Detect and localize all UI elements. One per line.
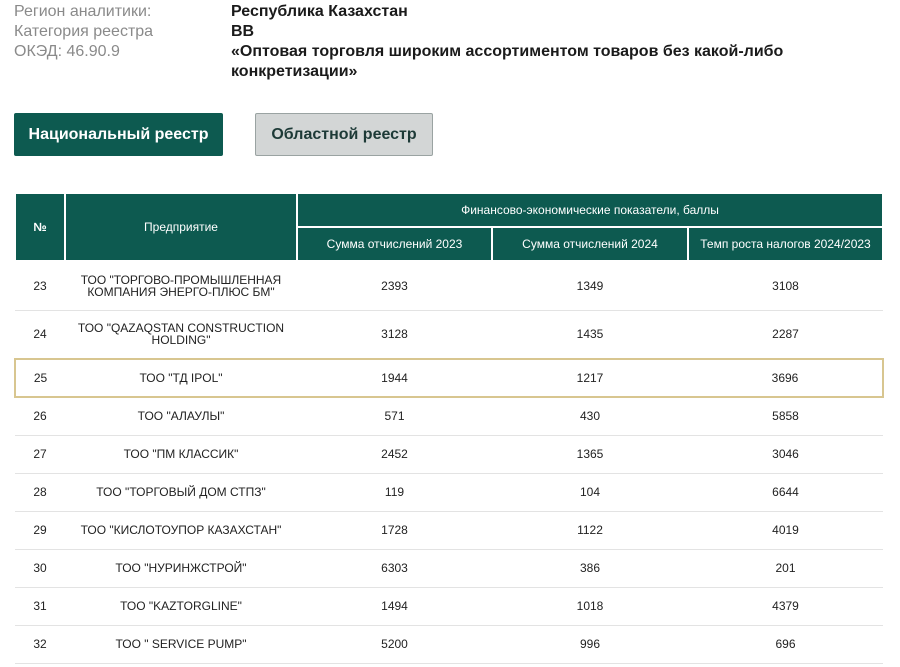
row-sum-2023: 2393 (297, 261, 492, 311)
row-growth: 4379 (688, 587, 884, 626)
row-num: 29 (15, 511, 65, 550)
row-sum-2024: 1217 (492, 358, 688, 398)
row-sum-2024: 1122 (492, 511, 688, 550)
region-value: Республика Казахстан (231, 3, 408, 20)
row-growth: 3108 (688, 261, 884, 311)
national-registry-button[interactable]: Национальный реестр (14, 113, 223, 156)
registry-table: № Предприятие Финансово-экономические по… (14, 192, 885, 664)
category-label: Категория реестра (14, 23, 154, 40)
row-enterprise: ТОО "ПМ КЛАССИК" (65, 435, 297, 474)
row-enterprise: ТОО "НУРИНЖСТРОЙ" (65, 549, 297, 588)
row-enterprise: ТОО "АЛАУЛЫ" (65, 397, 297, 436)
row-sum-2024: 1349 (492, 261, 688, 311)
meta-region-row: Регион аналитики: Республика Казахстан (14, 2, 894, 22)
row-sum-2024: 996 (492, 625, 688, 664)
region-label: Регион аналитики: (14, 3, 152, 20)
row-growth: 3696 (688, 358, 885, 398)
header-tax-growth[interactable]: Темп роста налогов 2024/2023 (686, 226, 885, 262)
header-sum-2023[interactable]: Сумма отчислений 2023 (296, 226, 493, 262)
row-num: 24 (15, 310, 65, 360)
row-enterprise: ТОО "QAZAQSTAN CONSTRUCTION HOLDING" (65, 310, 297, 360)
table-row-selected[interactable]: 25 ТОО "ТД IPOL" 1944 1217 3696 (14, 358, 885, 398)
table-row[interactable]: 23 ТОО "ТОРГОВО-ПРОМЫШЛЕННАЯ КОМПАНИЯ ЭН… (15, 261, 884, 311)
row-growth: 5858 (688, 397, 884, 436)
header-sum-2024[interactable]: Сумма отчислений 2024 (491, 226, 689, 262)
okved-value: «Оптовая торговля широким ассортиментом … (231, 43, 784, 80)
row-sum-2023: 1494 (297, 587, 492, 626)
row-growth: 696 (688, 625, 884, 664)
row-num: 31 (15, 587, 65, 626)
row-enterprise: ТОО "ТД IPOL" (65, 358, 297, 398)
table-row[interactable]: 27 ТОО "ПМ КЛАССИК" 2452 1365 3046 (15, 435, 884, 474)
row-num: 30 (15, 549, 65, 588)
row-growth: 6644 (688, 473, 884, 512)
row-sum-2023: 5200 (297, 625, 492, 664)
meta-category-row: Категория реестра BB (14, 22, 894, 42)
row-sum-2024: 1435 (492, 310, 688, 360)
table-row[interactable]: 29 ТОО "КИСЛОТОУПОР КАЗАХСТАН" 1728 1122… (15, 511, 884, 550)
row-sum-2023: 119 (297, 473, 492, 512)
table-row[interactable]: 30 ТОО "НУРИНЖСТРОЙ" 6303 386 201 (15, 549, 884, 588)
row-growth: 201 (688, 549, 884, 588)
category-value: BB (231, 23, 255, 40)
okved-label: ОКЭД: 46.90.9 (14, 43, 120, 60)
row-enterprise: ТОО " SERVICE PUMP" (65, 625, 297, 664)
row-sum-2024: 1018 (492, 587, 688, 626)
row-num: 25 (14, 358, 65, 398)
header-num: № (14, 192, 66, 262)
row-sum-2024: 1365 (492, 435, 688, 474)
table-row[interactable]: 28 ТОО "ТОРГОВЫЙ ДОМ СТПЗ" 119 104 6644 (15, 473, 884, 512)
header-enterprise: Предприятие (64, 192, 298, 262)
row-num: 23 (15, 261, 65, 311)
table-row[interactable]: 32 ТОО " SERVICE PUMP" 5200 996 696 (15, 625, 884, 664)
row-sum-2023: 6303 (297, 549, 492, 588)
row-sum-2023: 2452 (297, 435, 492, 474)
row-sum-2023: 3128 (297, 310, 492, 360)
registry-meta: Регион аналитики: Республика Казахстан К… (14, 2, 894, 82)
row-num: 32 (15, 625, 65, 664)
row-growth: 4019 (688, 511, 884, 550)
row-enterprise: ТОО "KAZTORGLINE" (65, 587, 297, 626)
row-num: 28 (15, 473, 65, 512)
row-sum-2023: 1728 (297, 511, 492, 550)
row-sum-2023: 1944 (297, 358, 492, 398)
header-financial-group: Финансово-экономические показатели, балл… (295, 192, 885, 228)
row-sum-2024: 386 (492, 549, 688, 588)
regional-registry-button[interactable]: Областной реестр (255, 113, 433, 156)
table-row[interactable]: 31 ТОО "KAZTORGLINE" 1494 1018 4379 (15, 587, 884, 626)
row-num: 27 (15, 435, 65, 474)
table-row[interactable]: 24 ТОО "QAZAQSTAN CONSTRUCTION HOLDING" … (15, 310, 884, 360)
row-enterprise: ТОО "КИСЛОТОУПОР КАЗАХСТАН" (65, 511, 297, 550)
row-sum-2024: 430 (492, 397, 688, 436)
row-growth: 3046 (688, 435, 884, 474)
row-sum-2024: 104 (492, 473, 688, 512)
row-num: 26 (15, 397, 65, 436)
row-enterprise: ТОО "ТОРГОВО-ПРОМЫШЛЕННАЯ КОМПАНИЯ ЭНЕРГ… (65, 261, 297, 311)
row-sum-2023: 571 (297, 397, 492, 436)
row-enterprise: ТОО "ТОРГОВЫЙ ДОМ СТПЗ" (65, 473, 297, 512)
meta-okved-row: ОКЭД: 46.90.9 «Оптовая торговля широким … (14, 42, 894, 82)
table-row[interactable]: 26 ТОО "АЛАУЛЫ" 571 430 5858 (15, 397, 884, 436)
row-growth: 2287 (688, 310, 884, 360)
